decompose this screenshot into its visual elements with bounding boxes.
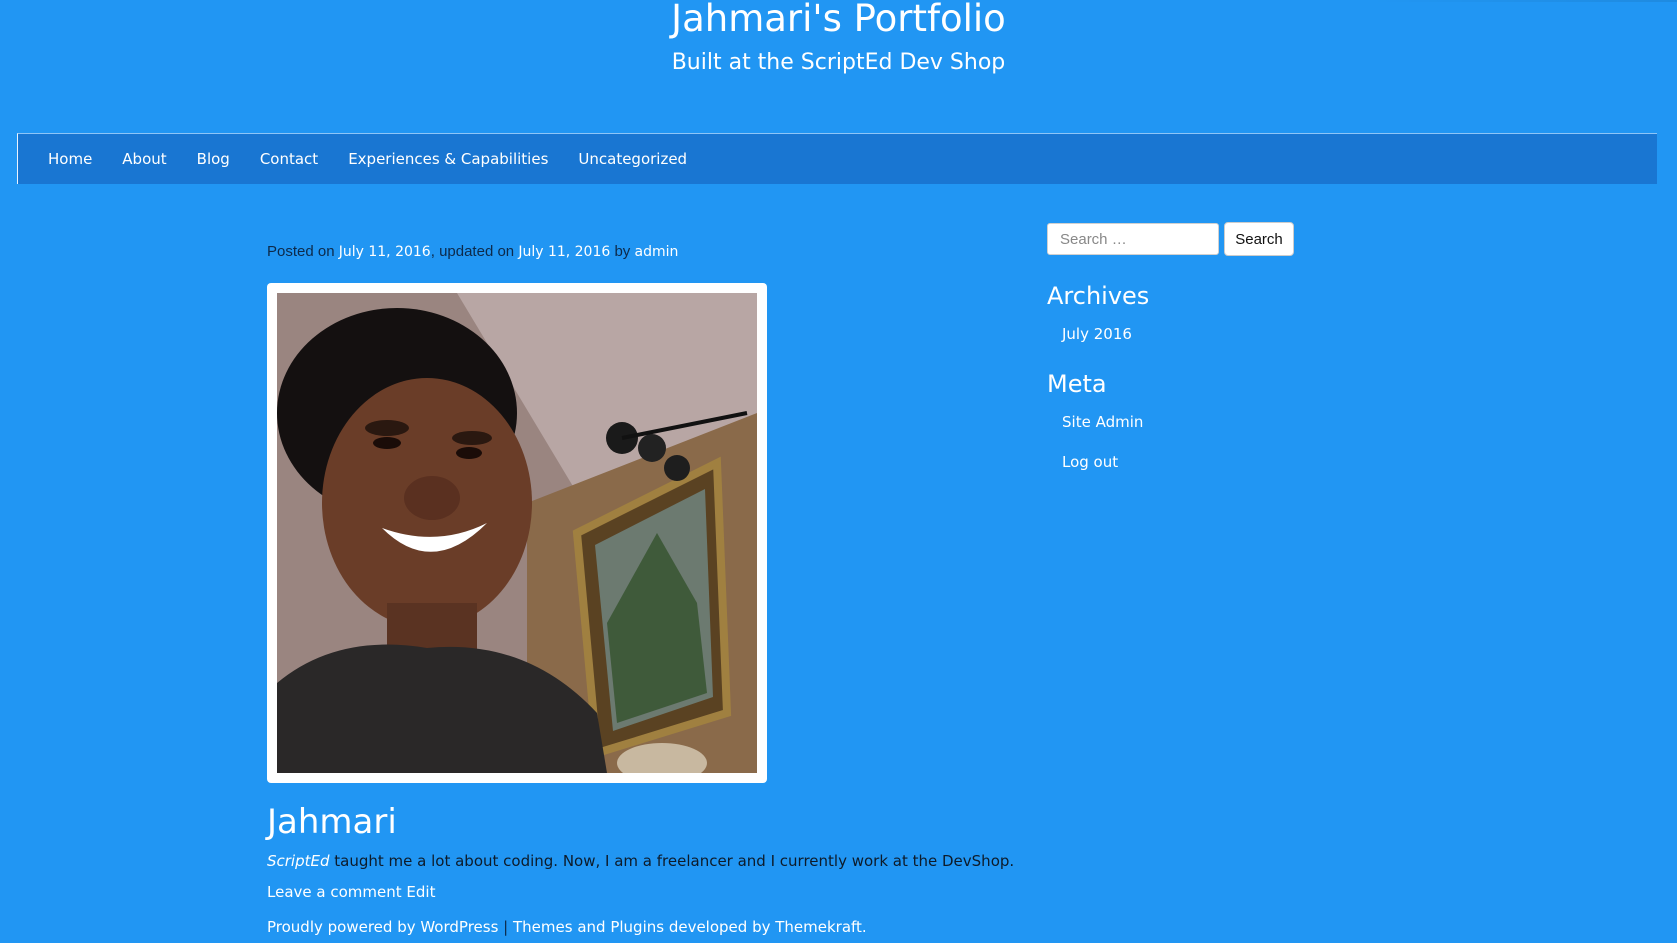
meta-title: Meta bbox=[1047, 370, 1107, 398]
portrait-photo-icon bbox=[277, 293, 757, 773]
themes-credit-link[interactable]: Themes and Plugins developed by Themekra… bbox=[513, 918, 867, 936]
footer-separator: | bbox=[503, 918, 509, 936]
leave-comment-link[interactable]: Leave a comment bbox=[267, 883, 402, 901]
nav-link-about[interactable]: About bbox=[122, 150, 166, 168]
nav-menu: Home About Blog Contact Experiences & Ca… bbox=[18, 134, 1657, 184]
posted-on-label: Posted on bbox=[267, 243, 335, 260]
posted-date-link[interactable]: July 11, 2016 bbox=[339, 244, 431, 260]
site-admin-link[interactable]: Site Admin bbox=[1062, 413, 1143, 431]
site-title[interactable]: Jahmari's Portfolio bbox=[0, 0, 1677, 42]
search-form: Search bbox=[1047, 222, 1347, 256]
archives-title: Archives bbox=[1047, 282, 1150, 310]
site-description: Built at the ScriptEd Dev Shop bbox=[671, 50, 1006, 75]
post-content-text: taught me a lot about coding. Now, I am … bbox=[329, 852, 1015, 870]
archive-link-july-2016[interactable]: July 2016 bbox=[1062, 325, 1132, 343]
updated-on-label: updated on bbox=[439, 243, 515, 260]
archives-list: July 2016 bbox=[1047, 324, 1347, 344]
main-navigation: Home About Blog Contact Experiences & Ca… bbox=[17, 133, 1657, 184]
author-link[interactable]: admin bbox=[634, 244, 678, 260]
archives-item: July 2016 bbox=[1062, 324, 1347, 344]
nav-item-experiences: Experiences & Capabilities bbox=[348, 134, 548, 184]
nav-item-contact: Contact bbox=[260, 134, 318, 184]
archives-widget: Archives July 2016 bbox=[1047, 280, 1347, 344]
nav-item-about: About bbox=[122, 134, 166, 184]
post-image-frame bbox=[267, 283, 767, 783]
site-footer: Proudly powered by WordPress | Themes an… bbox=[267, 918, 867, 936]
post-content-emphasis: ScriptEd bbox=[267, 852, 330, 870]
sidebar: Search Archives July 2016 Meta Site Admi… bbox=[1047, 222, 1347, 492]
nav-link-uncategorized[interactable]: Uncategorized bbox=[578, 150, 687, 168]
powered-by-link[interactable]: Proudly powered by WordPress bbox=[267, 918, 498, 936]
meta-list: Site Admin Log out bbox=[1047, 412, 1347, 472]
post-content: ScriptEd taught me a lot about coding. N… bbox=[267, 852, 1014, 870]
nav-item-uncategorized: Uncategorized bbox=[578, 134, 687, 184]
search-button[interactable]: Search bbox=[1224, 222, 1294, 256]
nav-link-home[interactable]: Home bbox=[48, 150, 92, 168]
portrait-photo bbox=[277, 293, 757, 773]
edit-link[interactable]: Edit bbox=[406, 883, 435, 901]
nav-link-contact[interactable]: Contact bbox=[260, 150, 318, 168]
post-title: Jahmari bbox=[267, 802, 397, 842]
nav-item-blog: Blog bbox=[197, 134, 230, 184]
meta-item: Site Admin bbox=[1062, 412, 1347, 432]
meta-item: Log out bbox=[1062, 452, 1347, 472]
nav-item-home: Home bbox=[48, 134, 92, 184]
entry-meta: Posted on July 11, 2016, updated on July… bbox=[267, 243, 679, 260]
search-input[interactable] bbox=[1047, 223, 1219, 255]
nav-link-experiences[interactable]: Experiences & Capabilities bbox=[348, 150, 548, 168]
nav-link-blog[interactable]: Blog bbox=[197, 150, 230, 168]
entry-footer: Leave a comment Edit bbox=[267, 883, 435, 901]
updated-date-link[interactable]: July 11, 2016 bbox=[518, 244, 610, 260]
by-label: by bbox=[614, 243, 631, 260]
meta-widget: Meta Site Admin Log out bbox=[1047, 368, 1347, 472]
log-out-link[interactable]: Log out bbox=[1062, 453, 1118, 471]
